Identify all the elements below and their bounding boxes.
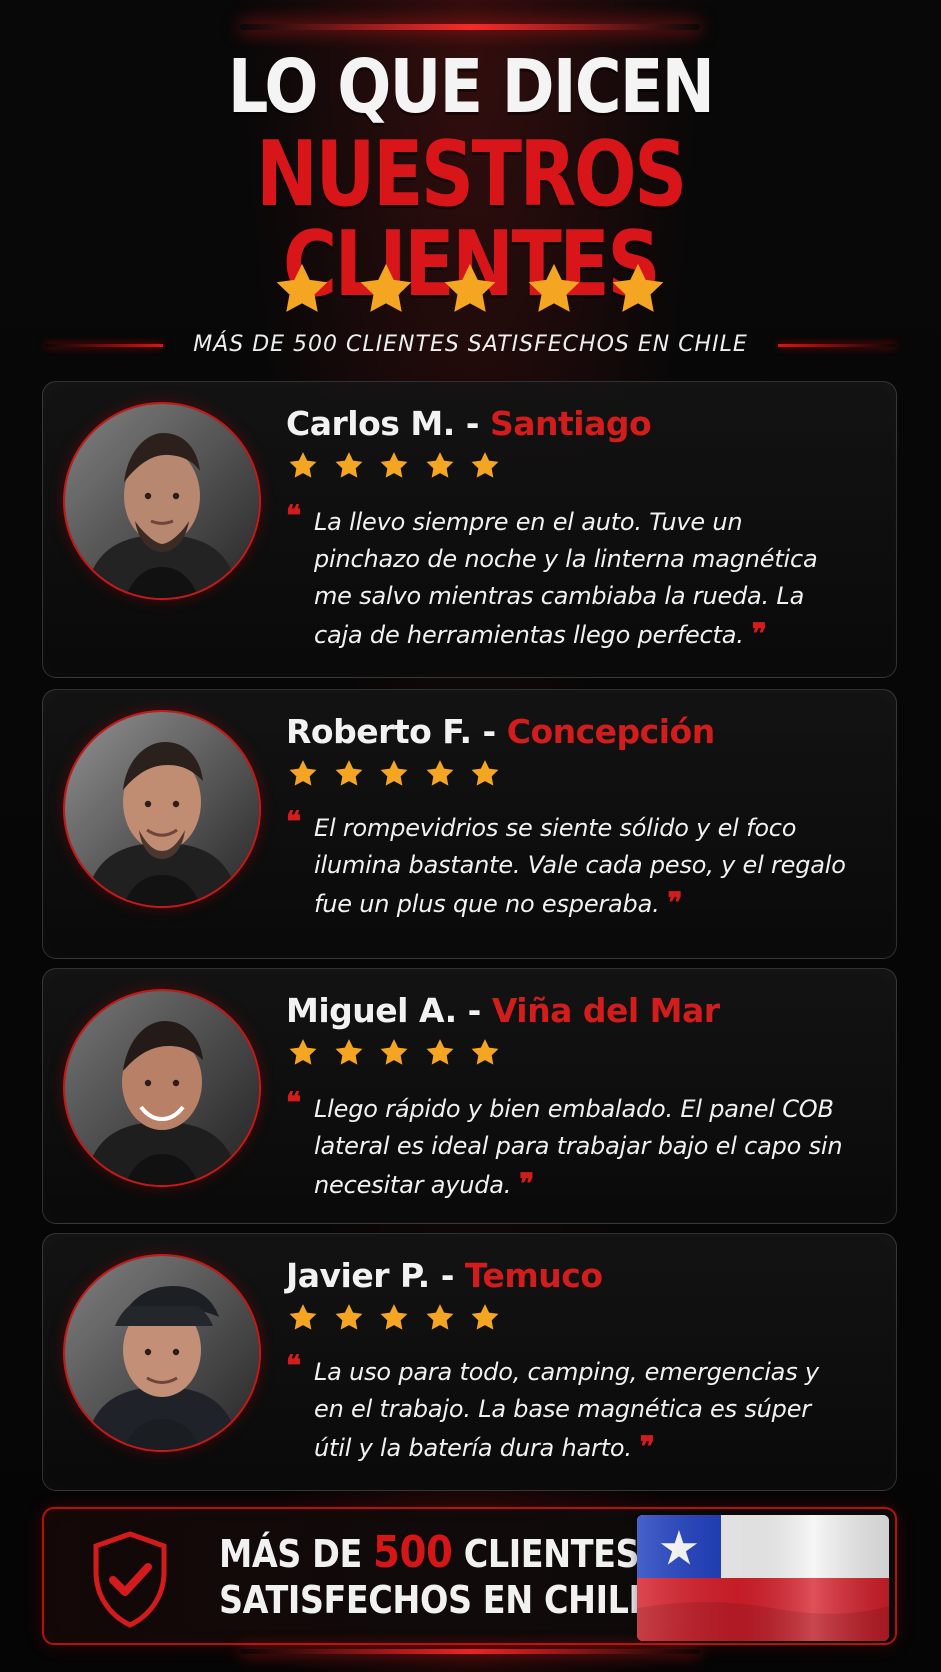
review-card: Carlos M. - Santiago ❝ La llevo siempre … — [42, 381, 897, 678]
reviewer-city: Concepción — [506, 712, 716, 751]
top-glow — [240, 24, 700, 30]
review-name: Carlos M. - Santiago — [286, 404, 652, 443]
subtitle-divider-right — [778, 344, 896, 347]
star-icon — [426, 452, 453, 478]
star-icon — [289, 1039, 317, 1065]
avatar — [63, 402, 261, 600]
star-icon — [426, 1039, 453, 1065]
hero-star-rating — [270, 258, 670, 322]
star-icon — [276, 263, 328, 312]
review-quote: ❝ Llego rápido y bien embalado. El panel… — [286, 1086, 872, 1204]
review-text-content: Llego rápido y bien embalado. El panel C… — [314, 1095, 843, 1199]
star-icon — [335, 760, 362, 786]
reviewer-name: Miguel A. — [286, 991, 457, 1030]
star-icon — [335, 452, 362, 478]
star-icon — [426, 1304, 453, 1330]
review-card: Miguel A. - Viña del Mar ❝ Llego rápido … — [42, 968, 897, 1224]
reviewer-city: Temuco — [464, 1256, 603, 1295]
footer-number: 500 — [373, 1527, 453, 1578]
reviewer-separator: - — [465, 404, 480, 443]
footer-line-1: MÁS DE 500 CLIENTES — [219, 1531, 640, 1576]
quote-open-icon: ❝ — [286, 1349, 302, 1382]
footer-prefix: MÁS DE — [219, 1532, 362, 1576]
review-star-rating — [286, 449, 502, 483]
quote-close-icon: ❞ — [667, 886, 683, 919]
quote-close-icon: ❞ — [639, 1430, 655, 1463]
review-text-content: La uso para todo, camping, emergencias y… — [314, 1358, 819, 1462]
star-icon — [471, 1039, 499, 1065]
avatar — [63, 710, 261, 908]
review-name: Javier P. - Temuco — [286, 1259, 603, 1292]
review-text: Llego rápido y bien embalado. El panel C… — [314, 1091, 854, 1204]
footer-suffix: CLIENTES — [463, 1532, 640, 1576]
star-icon — [380, 1039, 408, 1065]
quote-open-icon: ❝ — [286, 499, 302, 532]
quote-close-icon: ❞ — [519, 1167, 535, 1200]
review-name: Miguel A. - Viña del Mar — [286, 994, 720, 1027]
subtitle-row: MÁS DE 500 CLIENTES SATISFECHOS EN CHILE — [45, 328, 896, 362]
quote-open-icon: ❝ — [286, 1086, 302, 1119]
review-quote: ❝ El rompevidrios se siente sólido y el … — [286, 805, 872, 930]
reviewer-name: Javier P. — [286, 1256, 430, 1295]
avatar — [63, 989, 261, 1187]
star-icon — [335, 1304, 362, 1330]
review-card: Roberto F. - Concepción ❝ El rompevidrio… — [42, 689, 897, 959]
reviewer-city: Viña del Mar — [491, 991, 720, 1030]
review-text-content: La llevo siempre en el auto. Tuve un pin… — [314, 508, 818, 649]
star-icon — [380, 452, 408, 478]
star-icon — [289, 452, 317, 478]
star-icon — [528, 263, 580, 312]
star-icon — [335, 1039, 362, 1065]
review-quote: ❝ La llevo siempre en el auto. Tuve un p… — [286, 499, 872, 654]
review-quote: ❝ La uso para todo, camping, emergencias… — [286, 1349, 872, 1474]
footer-line-2: SATISFECHOS EN CHILE — [219, 1578, 651, 1622]
star-icon — [471, 452, 499, 478]
subtitle-divider-left — [45, 344, 163, 347]
avatar — [63, 1254, 261, 1452]
reviewer-separator: - — [467, 991, 482, 1030]
review-text: La llevo siempre en el auto. Tuve un pin… — [314, 504, 854, 654]
footer-banner: MÁS DE 500 CLIENTES SATISFECHOS EN CHILE — [42, 1507, 897, 1645]
star-icon — [289, 1304, 317, 1330]
review-card: Javier P. - Temuco ❝ La uso para todo, c… — [42, 1233, 897, 1491]
bottom-glow — [240, 1649, 700, 1654]
star-icon — [471, 760, 499, 786]
star-icon — [360, 263, 412, 312]
subtitle-text: MÁS DE 500 CLIENTES SATISFECHOS EN CHILE — [193, 332, 748, 357]
quote-open-icon: ❝ — [286, 805, 302, 838]
reviewer-separator: - — [440, 1256, 455, 1295]
star-icon — [380, 760, 408, 786]
review-star-rating — [286, 1301, 502, 1335]
review-name: Roberto F. - Concepción — [286, 715, 715, 748]
chile-flag-icon — [637, 1515, 889, 1641]
review-text-content: El rompevidrios se siente sólido y el fo… — [314, 814, 846, 918]
reviewer-separator: - — [482, 712, 497, 751]
review-text: La uso para todo, camping, emergencias y… — [314, 1354, 854, 1467]
star-icon — [471, 1304, 499, 1330]
review-text: El rompevidrios se siente sólido y el fo… — [314, 810, 854, 923]
star-icon — [380, 1304, 408, 1330]
review-star-rating — [286, 757, 502, 791]
reviewer-city: Santiago — [489, 404, 652, 443]
star-icon — [444, 263, 496, 312]
footer-text: MÁS DE 500 CLIENTES SATISFECHOS EN CHILE — [219, 1531, 659, 1622]
shield-check-icon — [88, 1531, 172, 1629]
quote-close-icon: ❞ — [751, 617, 767, 650]
reviewer-name: Carlos M. — [286, 404, 455, 443]
star-icon — [426, 760, 453, 786]
page-title-line-1: LO QUE DICEN — [227, 44, 715, 130]
review-star-rating — [286, 1036, 502, 1070]
star-icon — [289, 760, 317, 786]
star-icon — [612, 263, 664, 312]
reviewer-name: Roberto F. — [286, 712, 472, 751]
